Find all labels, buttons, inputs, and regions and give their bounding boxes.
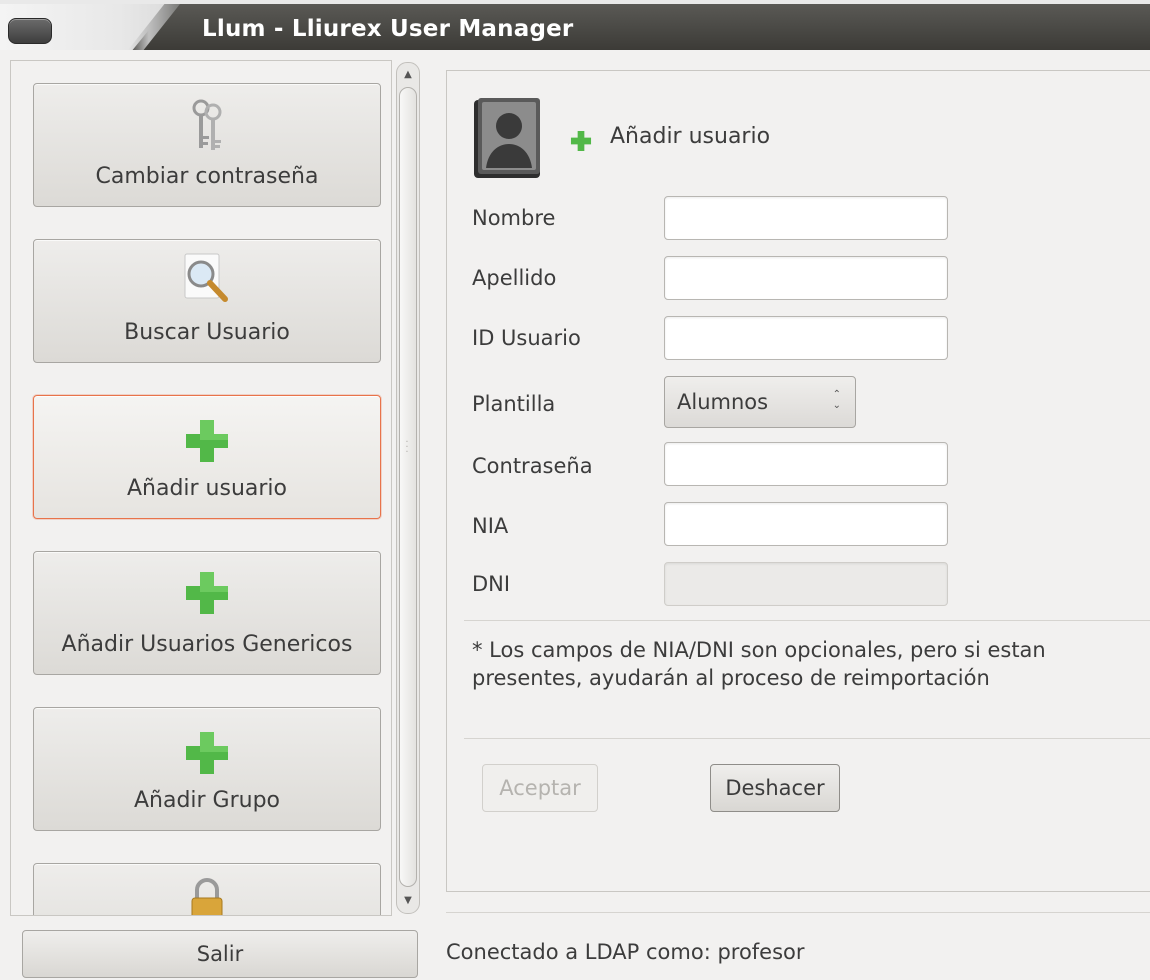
status-text: Conectado a LDAP como: profesor: [446, 940, 805, 964]
dni-field: [664, 562, 948, 606]
scroll-down-icon[interactable]: ▼: [397, 891, 419, 911]
add-icon: [184, 730, 230, 780]
change-password-label: Cambiar contraseña: [95, 164, 319, 189]
window-menu-button[interactable]: [8, 18, 52, 44]
add-icon: [570, 130, 592, 156]
plantilla-value: Alumnos: [677, 390, 769, 414]
add-user-label: Añadir usuario: [126, 476, 288, 501]
accept-button[interactable]: Aceptar: [482, 764, 598, 812]
nia-label: NIA: [472, 514, 509, 538]
id-usuario-label: ID Usuario: [472, 326, 581, 350]
undo-button[interactable]: Deshacer: [710, 764, 840, 812]
add-generic-users-label: Añadir Usuarios Genericos: [61, 632, 353, 657]
title-bar: Llum - Lliurex User Manager: [0, 0, 1150, 50]
lock-icon: [187, 876, 227, 915]
search-icon: [181, 252, 233, 312]
status-divider: [446, 912, 1150, 913]
apellido-field[interactable]: [664, 256, 948, 300]
plantilla-select[interactable]: Alumnos ⌃ ⌄: [664, 376, 856, 428]
apellido-label: Apellido: [472, 266, 557, 290]
splitter-grip-icon[interactable]: · · ·: [403, 438, 411, 460]
window-title: Llum - Lliurex User Manager: [202, 16, 574, 42]
optional-fields-note: * Los campos de NIA/DNI son opcionales, …: [472, 638, 1046, 690]
dni-label: DNI: [472, 572, 511, 596]
add-icon: [184, 570, 230, 620]
add-group-label: Añadir Grupo: [133, 788, 281, 813]
nombre-label: Nombre: [472, 206, 556, 230]
lock-button[interactable]: [33, 863, 381, 915]
sidebar: Cambiar contraseña Buscar Usuario Añadir…: [10, 60, 392, 916]
scroll-thumb[interactable]: [399, 87, 417, 887]
contrasena-label: Contraseña: [472, 454, 593, 478]
nombre-field[interactable]: [664, 196, 948, 240]
search-user-button[interactable]: Buscar Usuario: [33, 239, 381, 363]
updown-arrows-icon: ⌃ ⌄: [832, 389, 841, 411]
scroll-up-icon[interactable]: ▲: [397, 65, 419, 85]
divider: [464, 738, 1150, 739]
add-icon: [184, 418, 230, 468]
change-password-button[interactable]: Cambiar contraseña: [33, 83, 381, 207]
sidebar-scrollbar[interactable]: ▲ ▼: [396, 62, 420, 914]
nia-field[interactable]: [664, 502, 948, 546]
plantilla-label: Plantilla: [472, 392, 556, 416]
exit-button[interactable]: Salir: [22, 930, 418, 978]
add-generic-users-button[interactable]: Añadir Usuarios Genericos: [33, 551, 381, 675]
keys-icon: [187, 98, 227, 158]
user-card-icon: [472, 96, 544, 180]
add-group-button[interactable]: Añadir Grupo: [33, 707, 381, 831]
divider: [464, 620, 1150, 621]
add-user-button[interactable]: Añadir usuario: [33, 395, 381, 519]
search-user-label: Buscar Usuario: [124, 320, 290, 345]
id-usuario-field[interactable]: [664, 316, 948, 360]
form-title: Añadir usuario: [610, 124, 771, 149]
contrasena-field[interactable]: [664, 442, 948, 486]
